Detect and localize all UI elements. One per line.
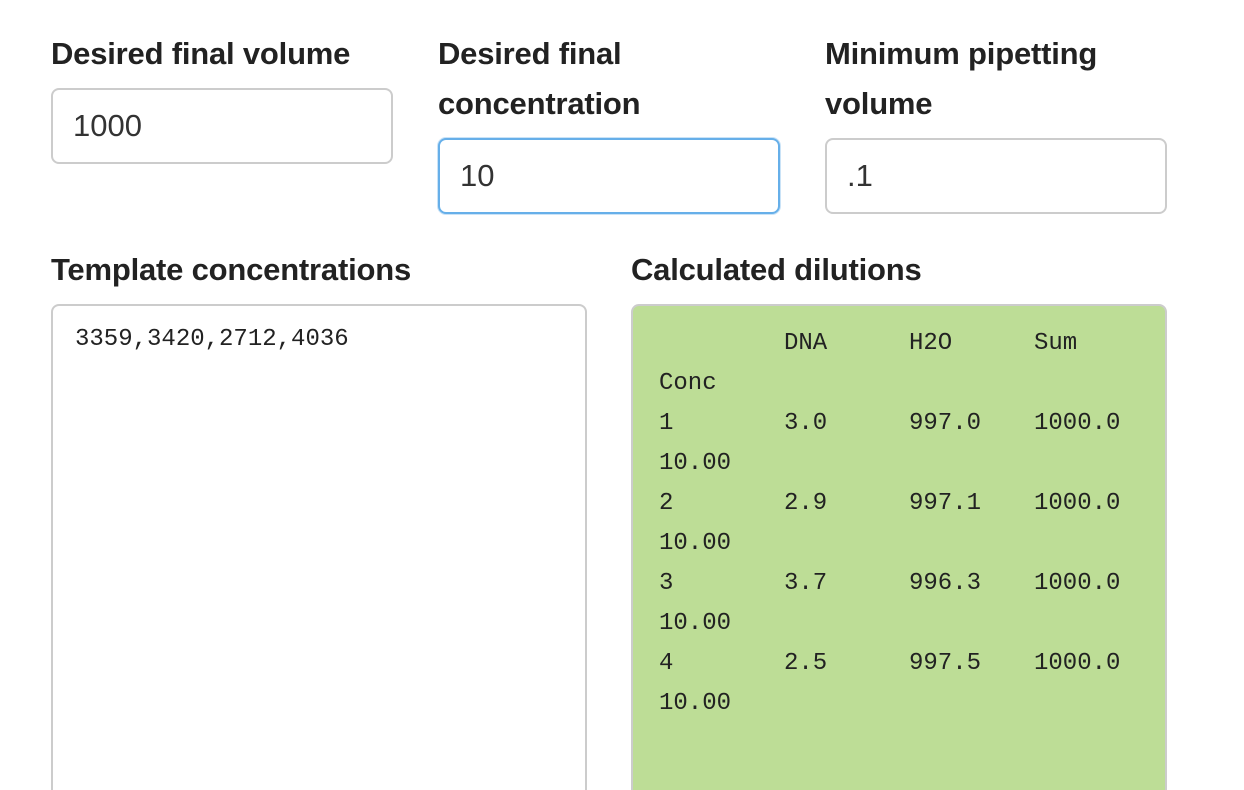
row-id: 4 [659,650,674,677]
row-sum: 1000.0 [1034,650,1121,677]
row-conc: 10.00 [659,450,732,477]
row-sum: 1000.0 [1034,490,1121,517]
results-panel: DNA H2O Sum Conc 1 3.0 997.0 1000.0 10.0… [631,304,1167,790]
min-pipetting-label-line2: volume [825,86,933,121]
final-concentration-label: Desired final concentration [438,29,641,129]
row-dna: 2.5 [784,650,828,677]
row-h2o: 996.3 [909,570,982,597]
row-h2o: 997.5 [909,650,982,677]
min-pipetting-label-line1: Minimum pipetting [825,36,1098,71]
row-id: 3 [659,570,674,597]
row-id: 1 [659,410,674,437]
final-volume-label: Desired final volume [51,36,351,71]
results-row: 3 3.7 996.3 1000.0 [659,564,1165,604]
results-row-wrap: 10.00 [659,444,1165,484]
results-row: 1 3.0 997.0 1000.0 [659,404,1165,444]
results-header-sum: Sum [1034,330,1078,357]
final-concentration-label-line1: Desired final [438,36,622,71]
results-header-h2o: H2O [909,330,953,357]
results-header-row: DNA H2O Sum [659,324,1165,364]
row-conc: 10.00 [659,690,732,717]
results-row: 4 2.5 997.5 1000.0 [659,644,1165,684]
results-row: 2 2.9 997.1 1000.0 [659,484,1165,524]
row-h2o: 997.0 [909,410,982,437]
results-row-wrap: 10.00 [659,524,1165,564]
row-sum: 1000.0 [1034,570,1121,597]
results-row-wrap: 10.00 [659,604,1165,644]
min-pipetting-input[interactable] [825,138,1167,214]
min-pipetting-label: Minimum pipetting volume [825,29,1097,129]
row-h2o: 997.1 [909,490,982,517]
results-header-wrap: Conc [659,364,1165,404]
row-conc: 10.00 [659,610,732,637]
results-header-dna: DNA [784,330,828,357]
results-header-conc: Conc [659,370,717,397]
row-conc: 10.00 [659,530,732,557]
final-concentration-input[interactable] [438,138,780,214]
row-id: 2 [659,490,674,517]
templates-textarea[interactable]: 3359,3420,2712,4036 [51,304,587,790]
final-volume-input[interactable] [51,88,393,164]
results-label: Calculated dilutions [631,252,922,287]
row-dna: 3.7 [784,570,828,597]
results-row-wrap: 10.00 [659,684,1165,724]
row-dna: 3.0 [784,410,828,437]
row-sum: 1000.0 [1034,410,1121,437]
templates-label: Template concentrations [51,252,412,287]
row-dna: 2.9 [784,490,828,517]
final-concentration-label-line2: concentration [438,86,641,121]
